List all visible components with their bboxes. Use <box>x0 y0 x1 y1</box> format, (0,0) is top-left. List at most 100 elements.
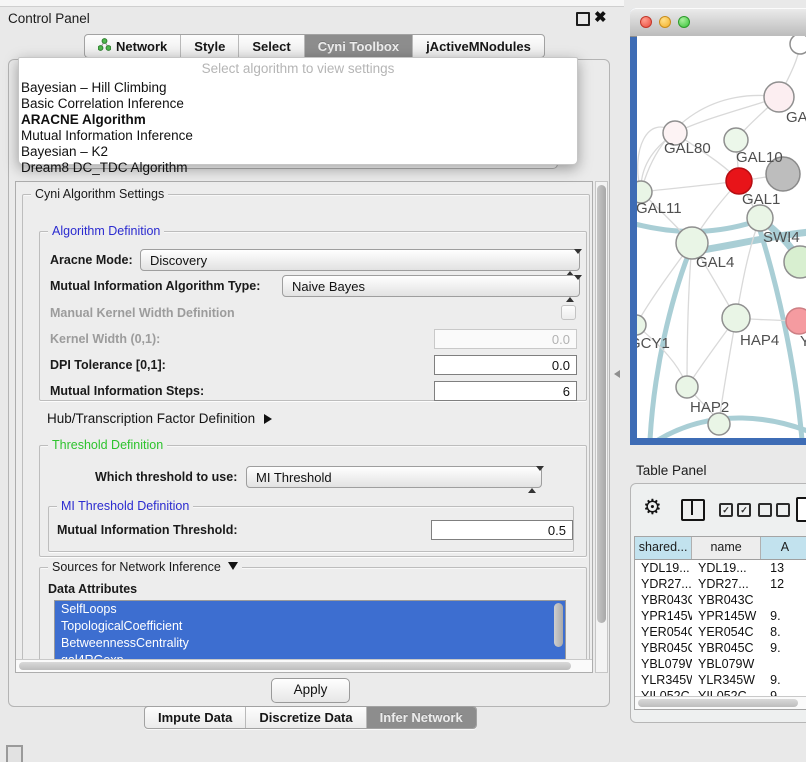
table-row[interactable]: YBL079WYBL079W <box>635 656 806 672</box>
column-split-icon[interactable] <box>681 499 705 521</box>
table-cell: YDR27... <box>635 576 692 592</box>
which-threshold-value: MI Threshold <box>256 470 332 485</box>
attribute-item-topologicalcoefficient[interactable]: TopologicalCoefficient <box>55 618 565 635</box>
network-window: GALGAL80GAL10GAL1GAL11GAL4SWI4GCY1HAP4YH… <box>630 8 806 445</box>
tab-label: Style <box>194 39 225 54</box>
mi-threshold-group-title: MI Threshold Definition <box>57 499 193 513</box>
attribute-item-selfloops[interactable]: SelfLoops <box>55 601 565 618</box>
manual-kernel-width-checkbox[interactable] <box>561 305 576 320</box>
network-node[interactable] <box>747 205 773 231</box>
algorithm-option-aracne-algorithm[interactable]: ARACNE Algorithm <box>19 112 577 128</box>
network-edge <box>675 97 779 133</box>
network-node-gal[interactable] <box>764 82 794 112</box>
table-row[interactable]: YDR27...YDR27...12 <box>635 576 806 592</box>
node-table: shared...nameA YDL19...YDL19...13YDR27..… <box>634 536 806 710</box>
apply-button[interactable]: Apply <box>271 678 350 703</box>
minimized-panel-icon[interactable] <box>6 745 23 762</box>
kernel-width-field[interactable]: 0.0 <box>434 329 577 349</box>
close-traffic-light-icon[interactable] <box>640 16 652 28</box>
table-row[interactable]: YDL19...YDL19...13 <box>635 560 806 576</box>
collapse-down-arrow-icon <box>228 562 238 570</box>
list-scrollbar[interactable] <box>554 603 563 647</box>
sources-group-title[interactable]: Sources for Network Inference <box>48 560 242 574</box>
table-cell: YER054C <box>635 624 692 640</box>
table-row[interactable]: YBR043CYBR043C <box>635 592 806 608</box>
network-node-y[interactable] <box>786 308 806 334</box>
table-cell: YBR043C <box>692 592 760 608</box>
checkbox-unchecked-icon[interactable] <box>758 503 772 517</box>
tab-jactivemnodules[interactable]: jActiveMNodules <box>412 35 544 57</box>
threshold-definition-group: Threshold Definition Which threshold to … <box>39 445 587 557</box>
resize-handle-icon[interactable] <box>614 370 620 378</box>
algorithm-option-bayesian-k2[interactable]: Bayesian – K2 <box>19 144 577 160</box>
mi-threshold-field[interactable]: 0.5 <box>431 520 573 540</box>
algorithm-option-basic-correlation-inference[interactable]: Basic Correlation Inference <box>19 96 577 112</box>
minimize-traffic-light-icon[interactable] <box>659 16 671 28</box>
table-cell: YPR145W <box>635 608 692 624</box>
kernel-width-label: Kernel Width (0,1): <box>50 332 160 346</box>
table-row[interactable]: YER054CYER054C8. <box>635 624 806 640</box>
node-label: Y <box>800 333 806 350</box>
table-cell: 9. <box>760 640 806 656</box>
table-cell: YDL19... <box>635 560 692 576</box>
table-cell: 12 <box>760 576 806 592</box>
node-label: GAL <box>786 109 806 126</box>
algorithm-dropdown-popup: Select algorithm to view settings Bayesi… <box>18 57 578 165</box>
algorithm-option-dream8-dc-tdc-algorithm[interactable]: Dream8 DC_TDC Algorithm <box>19 160 577 176</box>
network-node-hap2[interactable] <box>676 376 698 398</box>
table-row[interactable]: YLR345WYLR345W9. <box>635 672 806 688</box>
tab-label: Impute Data <box>158 710 232 725</box>
attribute-item-betweennesscentrality[interactable]: BetweennessCentrality <box>55 635 565 652</box>
settings-horizontal-scrollbar[interactable] <box>16 659 592 672</box>
tab-select[interactable]: Select <box>238 35 303 57</box>
hub-definition-expander[interactable]: Hub/Transcription Factor Definition <box>47 411 272 426</box>
table-horizontal-scrollbar[interactable] <box>635 696 806 709</box>
table-row[interactable]: YBR045CYBR045C9. <box>635 640 806 656</box>
control-panel-tab-bar: Network Style SelectCyni ToolboxjActiveMNo… <box>84 34 545 58</box>
table-cell: YBR043C <box>635 592 692 608</box>
zoom-traffic-light-icon[interactable] <box>678 16 690 28</box>
tab-style[interactable]: Style <box>180 35 238 57</box>
network-window-titlebar[interactable] <box>630 8 806 37</box>
checkbox-checked-icon[interactable]: ✓ <box>719 503 733 517</box>
network-canvas[interactable]: GALGAL80GAL10GAL1GAL11GAL4SWI4GCY1HAP4YH… <box>637 36 806 438</box>
column-header-a[interactable]: A <box>761 537 806 559</box>
network-node-swi4[interactable] <box>784 246 806 278</box>
algorithm-definition-group: Algorithm Definition Aracne Mode: Discov… <box>39 231 587 401</box>
mi-algorithm-type-select[interactable]: Naive Bayes <box>282 275 580 297</box>
mi-steps-field[interactable]: 6 <box>434 381 577 401</box>
gear-icon[interactable]: ⚙ <box>643 495 662 520</box>
close-icon[interactable]: ✖ <box>594 8 607 26</box>
network-node[interactable] <box>708 413 730 435</box>
algorithm-option-bayesian-hill-climbing[interactable]: Bayesian – Hill Climbing <box>19 80 577 96</box>
node-label: GAL11 <box>637 200 682 217</box>
table-row[interactable]: YPR145WYPR145W9. <box>635 608 806 624</box>
which-threshold-select[interactable]: MI Threshold <box>246 466 542 488</box>
stepper-icon <box>566 254 574 272</box>
aracne-mode-select[interactable]: Discovery <box>140 249 580 271</box>
cyni-algorithm-settings-group: Cyni Algorithm Settings Algorithm Defini… <box>22 194 590 664</box>
column-header-shared[interactable]: shared... <box>635 537 692 559</box>
network-node-hap4[interactable] <box>722 304 750 332</box>
table-cell: YER054C <box>692 624 760 640</box>
tab-impute-data[interactable]: Impute Data <box>145 707 245 728</box>
tab-infer-network[interactable]: Infer Network <box>366 707 476 728</box>
tab-network[interactable]: Network <box>85 35 180 57</box>
dpi-tolerance-field[interactable]: 0.0 <box>434 355 577 375</box>
column-header-name[interactable]: name <box>692 537 761 559</box>
tab-cyni-toolbox[interactable]: Cyni Toolbox <box>304 35 412 57</box>
page-icon[interactable] <box>796 497 806 522</box>
network-node[interactable] <box>790 36 806 54</box>
checkbox-checked-icon[interactable]: ✓ <box>737 503 751 517</box>
settings-vertical-scrollbar[interactable] <box>595 181 608 673</box>
table-cell <box>760 592 806 608</box>
aracne-mode-label: Aracne Mode: <box>50 253 133 267</box>
node-label: GAL1 <box>742 191 780 208</box>
table-cell: YBL079W <box>692 656 760 672</box>
float-panel-icon[interactable] <box>576 12 590 26</box>
algorithm-option-mutual-information-inference[interactable]: Mutual Information Inference <box>19 128 577 144</box>
table-cell: YDR27... <box>692 576 760 592</box>
tab-discretize-data[interactable]: Discretize Data <box>245 707 365 728</box>
network-icon <box>98 38 111 54</box>
checkbox-unchecked-icon[interactable] <box>776 503 790 517</box>
